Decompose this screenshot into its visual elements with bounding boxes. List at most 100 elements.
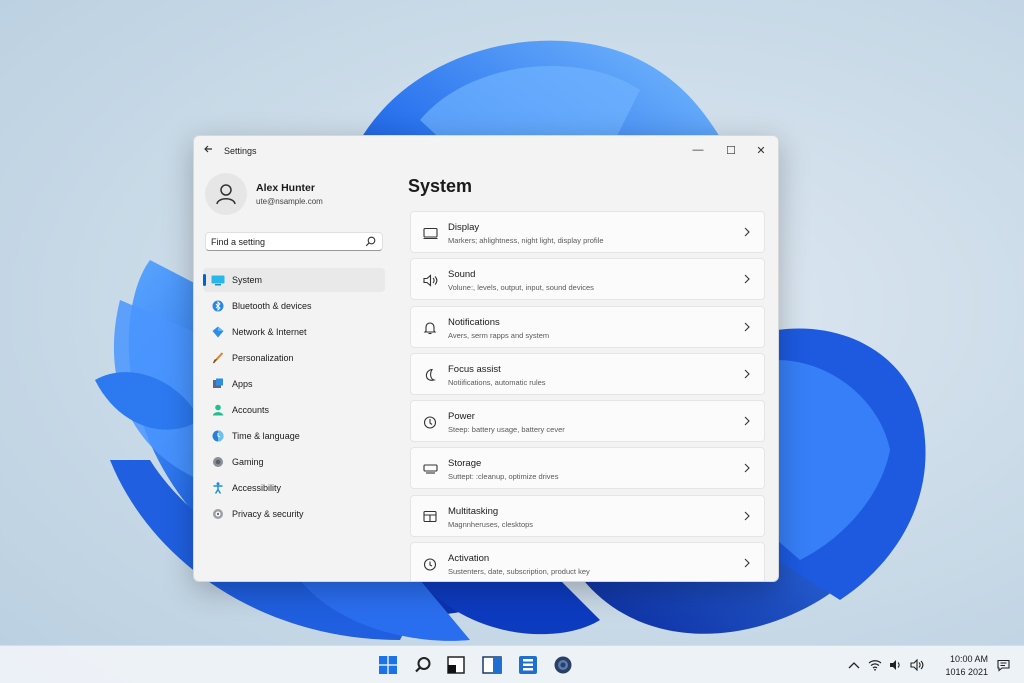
avatar[interactable] — [205, 173, 247, 215]
card-storage[interactable]: Storage Suttept: :cleanup, optimize driv… — [410, 447, 765, 490]
sidebar-item-label: System — [232, 275, 263, 285]
card-title: Focus assist — [448, 363, 501, 375]
sidebar-item-network[interactable]: Network & Internet — [203, 320, 385, 344]
wifi-icon[interactable] — [868, 658, 882, 672]
chevron-right-icon — [742, 461, 752, 475]
minimize-button[interactable]: — — [684, 140, 712, 160]
settings-gear-icon[interactable] — [552, 654, 574, 676]
chevron-right-icon — [742, 367, 752, 381]
moon-icon — [422, 367, 438, 383]
user-icon — [216, 184, 236, 205]
sidebar-item-system[interactable]: System — [203, 268, 385, 292]
sidebar-item-gaming[interactable]: Gaming — [203, 450, 385, 474]
card-title: Activation — [448, 553, 490, 565]
card-power[interactable]: Power Steep: battery usage, battery ceve… — [410, 400, 765, 443]
activation-icon — [422, 556, 438, 572]
card-title: Storage — [448, 458, 482, 470]
volume-icon[interactable] — [889, 658, 903, 672]
sidebar-item-apps[interactable]: Apps — [203, 372, 385, 396]
speaker-icon — [422, 272, 438, 288]
sidebar-item-accounts[interactable]: Accounts — [203, 398, 385, 422]
apps-icon — [211, 377, 225, 391]
clock-time[interactable]: 10:00 AM — [946, 654, 988, 664]
accessibility-icon — [211, 481, 225, 495]
chevron-right-icon — [742, 320, 752, 334]
sidebar-item-label: Personalization — [232, 353, 294, 363]
card-description: Notiifications, automatic rules — [448, 377, 546, 387]
profile-email: ute@nsample.com — [256, 197, 323, 206]
file-explorer-icon[interactable] — [517, 654, 539, 676]
search-icon[interactable] — [365, 236, 376, 247]
profile-name: Alex Hunter — [256, 182, 315, 194]
windows-start-icon[interactable] — [377, 654, 399, 676]
chevron-up-icon[interactable] — [847, 658, 861, 672]
card-description: Magnnheruses, clesktops — [448, 519, 534, 529]
card-title: Notifications — [448, 316, 500, 328]
sidebar-item-accessibility[interactable]: Accessibility — [203, 476, 385, 500]
search-input[interactable] — [211, 235, 361, 248]
back-button[interactable] — [203, 144, 213, 157]
gaming-icon — [211, 455, 225, 469]
clock-date[interactable]: 1016 2021 — [940, 667, 988, 677]
time-language-icon — [211, 429, 225, 443]
card-description: Markers; ahlightness, night light, displ… — [448, 236, 604, 245]
bell-icon — [422, 320, 438, 336]
card-activation[interactable]: Activation Sustenters, date, subscriptio… — [410, 542, 765, 581]
sidebar-nav: System Bluetooth & devices Network & Int… — [203, 268, 385, 528]
window-title: Settings — [224, 146, 257, 156]
sidebar-item-label: Accounts — [232, 405, 270, 415]
arrow-left-icon — [204, 145, 212, 153]
shield-icon — [211, 507, 225, 521]
chevron-right-icon — [742, 225, 752, 239]
card-description: Volune:, levels, output, input, sound de… — [448, 283, 594, 293]
title-bar: Settings — ☐ ✕ — [194, 136, 778, 160]
card-description: Steep: battery usage, battery cever — [448, 425, 565, 435]
settings-window: Settings — ☐ ✕ Alex Hunter ute@nsample.c… — [193, 135, 779, 582]
chevron-right-icon — [742, 414, 752, 428]
card-sound[interactable]: Sound Volune:, levels, output, input, so… — [410, 258, 765, 301]
widgets-icon[interactable] — [445, 654, 467, 676]
card-focus-assist[interactable]: Focus assist Notiifications, automatic r… — [410, 352, 765, 395]
sidebar-item-personalization[interactable]: Personalization — [203, 346, 385, 370]
chevron-right-icon — [742, 272, 752, 286]
chevron-right-icon — [742, 509, 752, 523]
chevron-right-icon — [742, 556, 752, 570]
sidebar-item-label: Privacy & security — [232, 509, 304, 519]
card-description: Suttept: :cleanup, optimize drives — [448, 472, 559, 482]
network-icon — [211, 325, 225, 339]
card-title: Sound — [448, 269, 476, 281]
card-description: Avers, serm rapps and system — [448, 330, 550, 340]
search-box — [205, 232, 383, 251]
card-title: Power — [448, 411, 475, 423]
sidebar-item-label: Network & Internet — [232, 327, 307, 337]
taskbar: 10:00 AM 1016 2021 — [0, 645, 1024, 683]
settings-card-list: Display Markers; ahlightness, night ligh… — [410, 211, 765, 581]
storage-icon — [422, 461, 438, 477]
sidebar-item-label: Apps — [232, 379, 253, 389]
multitasking-icon — [422, 509, 438, 525]
sidebar-item-label: Accessibility — [232, 483, 282, 493]
card-title: Multitasking — [448, 505, 499, 517]
card-description: Sustenters, date, subscription, product … — [448, 567, 590, 577]
sidebar-item-privacy-security[interactable]: Privacy & security — [203, 502, 385, 526]
card-notifications[interactable]: Notifications Avers, serm rapps and syst… — [410, 305, 765, 348]
speaker-icon[interactable] — [910, 658, 924, 672]
card-multitasking[interactable]: Multitasking Magnnheruses, clesktops — [410, 494, 765, 537]
brush-icon — [211, 351, 225, 365]
maximize-button[interactable]: ☐ — [717, 140, 745, 160]
card-title: Display — [448, 222, 480, 233]
search-icon[interactable] — [412, 654, 434, 676]
close-button[interactable]: ✕ — [747, 140, 775, 160]
card-display[interactable]: Display Markers; ahlightness, night ligh… — [410, 211, 765, 253]
page-title: System — [408, 176, 473, 196]
sidebar-item-label: Time & language — [232, 431, 300, 441]
task-view-icon[interactable] — [481, 654, 503, 676]
power-icon — [422, 414, 438, 430]
sidebar-item-label: Gaming — [232, 457, 264, 467]
display-icon — [422, 225, 438, 241]
bluetooth-icon — [211, 299, 225, 313]
sidebar-item-label: Bluetooth & devices — [232, 301, 312, 311]
sidebar-item-time-language[interactable]: Time & language — [203, 424, 385, 448]
sidebar-item-bluetooth[interactable]: Bluetooth & devices — [203, 294, 385, 318]
notification-icon[interactable] — [996, 658, 1010, 672]
